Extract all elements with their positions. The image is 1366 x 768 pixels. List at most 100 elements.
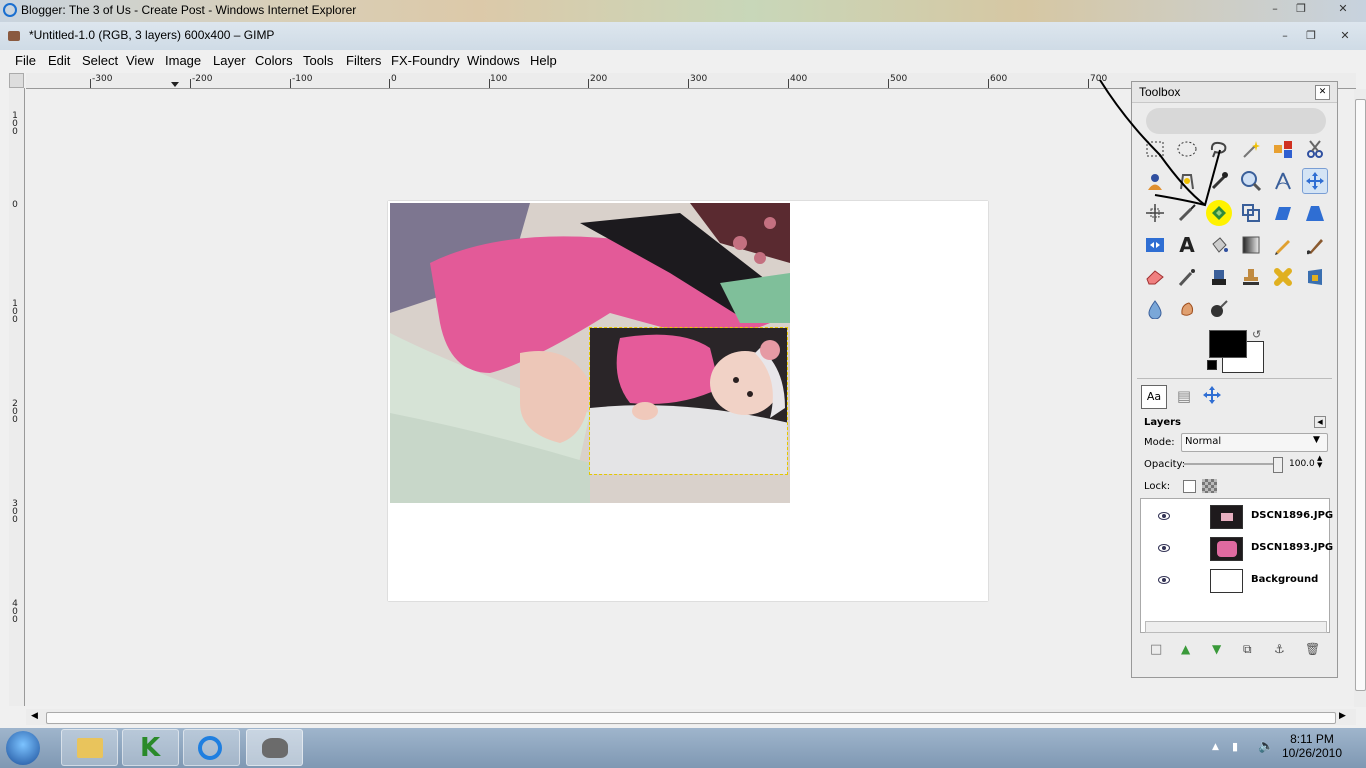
menu-fx-foundry[interactable]: FX-Foundry xyxy=(391,53,460,68)
layer-name: DSCN1893.JPG xyxy=(1251,542,1334,553)
explorer-taskbar-button[interactable] xyxy=(61,729,118,766)
menu-image[interactable]: Image xyxy=(165,53,201,68)
layers-tab-icon[interactable]: ▤ xyxy=(1172,385,1196,407)
menu-colors[interactable]: Colors xyxy=(255,53,293,68)
menu-file[interactable]: File xyxy=(15,53,36,68)
paintbrush-icon[interactable] xyxy=(1302,232,1328,258)
eraser-icon[interactable] xyxy=(1142,264,1168,290)
menu-edit[interactable]: Edit xyxy=(48,53,70,68)
move-icon[interactable] xyxy=(1302,168,1328,194)
network-icon[interactable]: ▮ xyxy=(1232,740,1238,753)
perspective-icon[interactable] xyxy=(1302,200,1328,226)
lower-layer-icon[interactable]: ▼ xyxy=(1212,642,1221,656)
opacity-slider[interactable] xyxy=(1184,463,1280,465)
minimize-icon[interactable]: – xyxy=(1262,1,1288,17)
opacity-value[interactable]: 100.0 xyxy=(1289,459,1315,469)
layer-thumbnail xyxy=(1210,505,1243,529)
menu-filters[interactable]: Filters xyxy=(346,53,381,68)
move-tab-icon[interactable] xyxy=(1202,385,1226,407)
vertical-scrollbar[interactable] xyxy=(1354,89,1366,707)
opacity-slider-handle[interactable] xyxy=(1273,457,1283,473)
photo-layer-dscn1896[interactable] xyxy=(589,327,788,475)
zoom-icon[interactable] xyxy=(1238,168,1264,194)
close-icon[interactable]: ✕ xyxy=(1315,85,1330,100)
raise-layer-icon[interactable]: ▲ xyxy=(1181,642,1190,656)
menu-select[interactable]: Select xyxy=(82,53,118,68)
lock-alpha-icon[interactable] xyxy=(1202,479,1217,493)
gimp-taskbar-button[interactable] xyxy=(246,729,303,766)
ruler-label: 600 xyxy=(990,74,1008,84)
ruler-corner[interactable] xyxy=(9,73,24,88)
pencil-icon[interactable] xyxy=(1270,232,1296,258)
ruler-label: 0 xyxy=(391,74,397,84)
lock-label: Lock: xyxy=(1144,481,1171,492)
scale-icon[interactable] xyxy=(1238,200,1264,226)
vertical-ruler[interactable]: 100 0 100 200 300 400 xyxy=(9,88,25,706)
minimize-icon[interactable]: – xyxy=(1272,28,1298,44)
menu-view[interactable]: View xyxy=(126,53,154,68)
maximize-icon[interactable]: ❐ xyxy=(1288,1,1314,17)
start-button[interactable] xyxy=(6,731,40,765)
fuzzy-select-icon[interactable] xyxy=(1238,136,1264,162)
blur-icon[interactable] xyxy=(1142,296,1168,322)
scroll-left-icon[interactable]: ◀ xyxy=(31,711,38,721)
visibility-eye-icon[interactable] xyxy=(1158,544,1170,552)
perspective-clone-icon[interactable] xyxy=(1302,264,1328,290)
smudge-icon[interactable] xyxy=(1174,296,1200,322)
baby-closeup-photo xyxy=(590,328,787,474)
mode-value: Normal xyxy=(1185,436,1222,447)
menu-bar: File Edit Select View Image Layer Colors… xyxy=(0,50,1366,72)
layer-row[interactable]: Background xyxy=(1144,566,1327,596)
mode-dropdown[interactable]: Normal ▼ xyxy=(1181,433,1328,452)
new-layer-icon[interactable]: □ xyxy=(1150,642,1162,657)
show-hidden-icons-icon[interactable]: ▲ xyxy=(1212,742,1219,752)
k-app-taskbar-button[interactable]: K xyxy=(122,729,179,766)
shear-icon[interactable] xyxy=(1270,200,1296,226)
layer-row[interactable]: DSCN1893.JPG xyxy=(1144,534,1333,564)
menu-tools[interactable]: Tools xyxy=(303,53,333,68)
maximize-icon[interactable]: ❐ xyxy=(1298,28,1324,44)
scissors-icon[interactable] xyxy=(1302,136,1328,162)
anchor-layer-icon[interactable]: ⚓ xyxy=(1274,642,1285,656)
visibility-eye-icon[interactable] xyxy=(1158,512,1170,520)
airbrush-icon[interactable] xyxy=(1174,264,1200,290)
scroll-right-icon[interactable]: ▶ xyxy=(1339,711,1346,721)
scroll-thumb[interactable] xyxy=(1355,99,1366,691)
close-icon[interactable]: ✕ xyxy=(1332,28,1358,44)
foreground-color-swatch[interactable] xyxy=(1209,330,1247,358)
k-app-icon: K xyxy=(140,733,161,763)
visibility-eye-icon[interactable] xyxy=(1158,576,1170,584)
menu-help[interactable]: Help xyxy=(530,53,557,68)
menu-windows[interactable]: Windows xyxy=(467,53,520,68)
color-select-icon[interactable] xyxy=(1270,136,1296,162)
lock-pixels-checkbox[interactable] xyxy=(1183,480,1196,493)
dodge-burn-icon[interactable] xyxy=(1206,296,1232,322)
measure-icon[interactable] xyxy=(1270,168,1296,194)
menu-layer[interactable]: Layer xyxy=(213,53,246,68)
ie-title-bar: Blogger: The 3 of Us - Create Post - Win… xyxy=(0,0,1366,22)
layer-name: DSCN1896.JPG xyxy=(1251,510,1334,521)
bucket-fill-icon[interactable] xyxy=(1206,232,1232,258)
clone-icon[interactable] xyxy=(1238,264,1264,290)
tool-options-tab[interactable]: Aa xyxy=(1141,385,1167,409)
duplicate-layer-icon[interactable]: ⧉ xyxy=(1243,642,1252,657)
close-icon[interactable]: ✕ xyxy=(1326,1,1360,17)
dock-menu-icon[interactable]: ◀ xyxy=(1314,416,1326,428)
layer-row[interactable]: DSCN1896.JPG xyxy=(1144,502,1333,532)
default-colors-icon[interactable] xyxy=(1207,360,1217,370)
clock[interactable]: 8:11 PM 10/26/2010 xyxy=(1272,732,1352,760)
ie-taskbar-button[interactable] xyxy=(183,729,240,766)
scroll-thumb[interactable] xyxy=(46,712,1336,724)
blend-icon[interactable] xyxy=(1238,232,1264,258)
layers-hscrollbar[interactable] xyxy=(1145,621,1327,633)
ruler-label: -100 xyxy=(292,74,313,84)
ruler-label: 300 xyxy=(690,74,708,84)
text-icon[interactable]: A xyxy=(1174,232,1200,258)
flip-icon[interactable] xyxy=(1142,232,1168,258)
horizontal-scrollbar[interactable]: ◀ ▶ xyxy=(26,709,1356,725)
delete-layer-icon[interactable]: 🗑 xyxy=(1305,642,1320,656)
heal-icon[interactable] xyxy=(1270,264,1296,290)
ink-icon[interactable] xyxy=(1206,264,1232,290)
opacity-spin-icon[interactable]: ▲ ▼ xyxy=(1317,455,1322,469)
swap-colors-icon[interactable]: ↺ xyxy=(1252,328,1261,341)
